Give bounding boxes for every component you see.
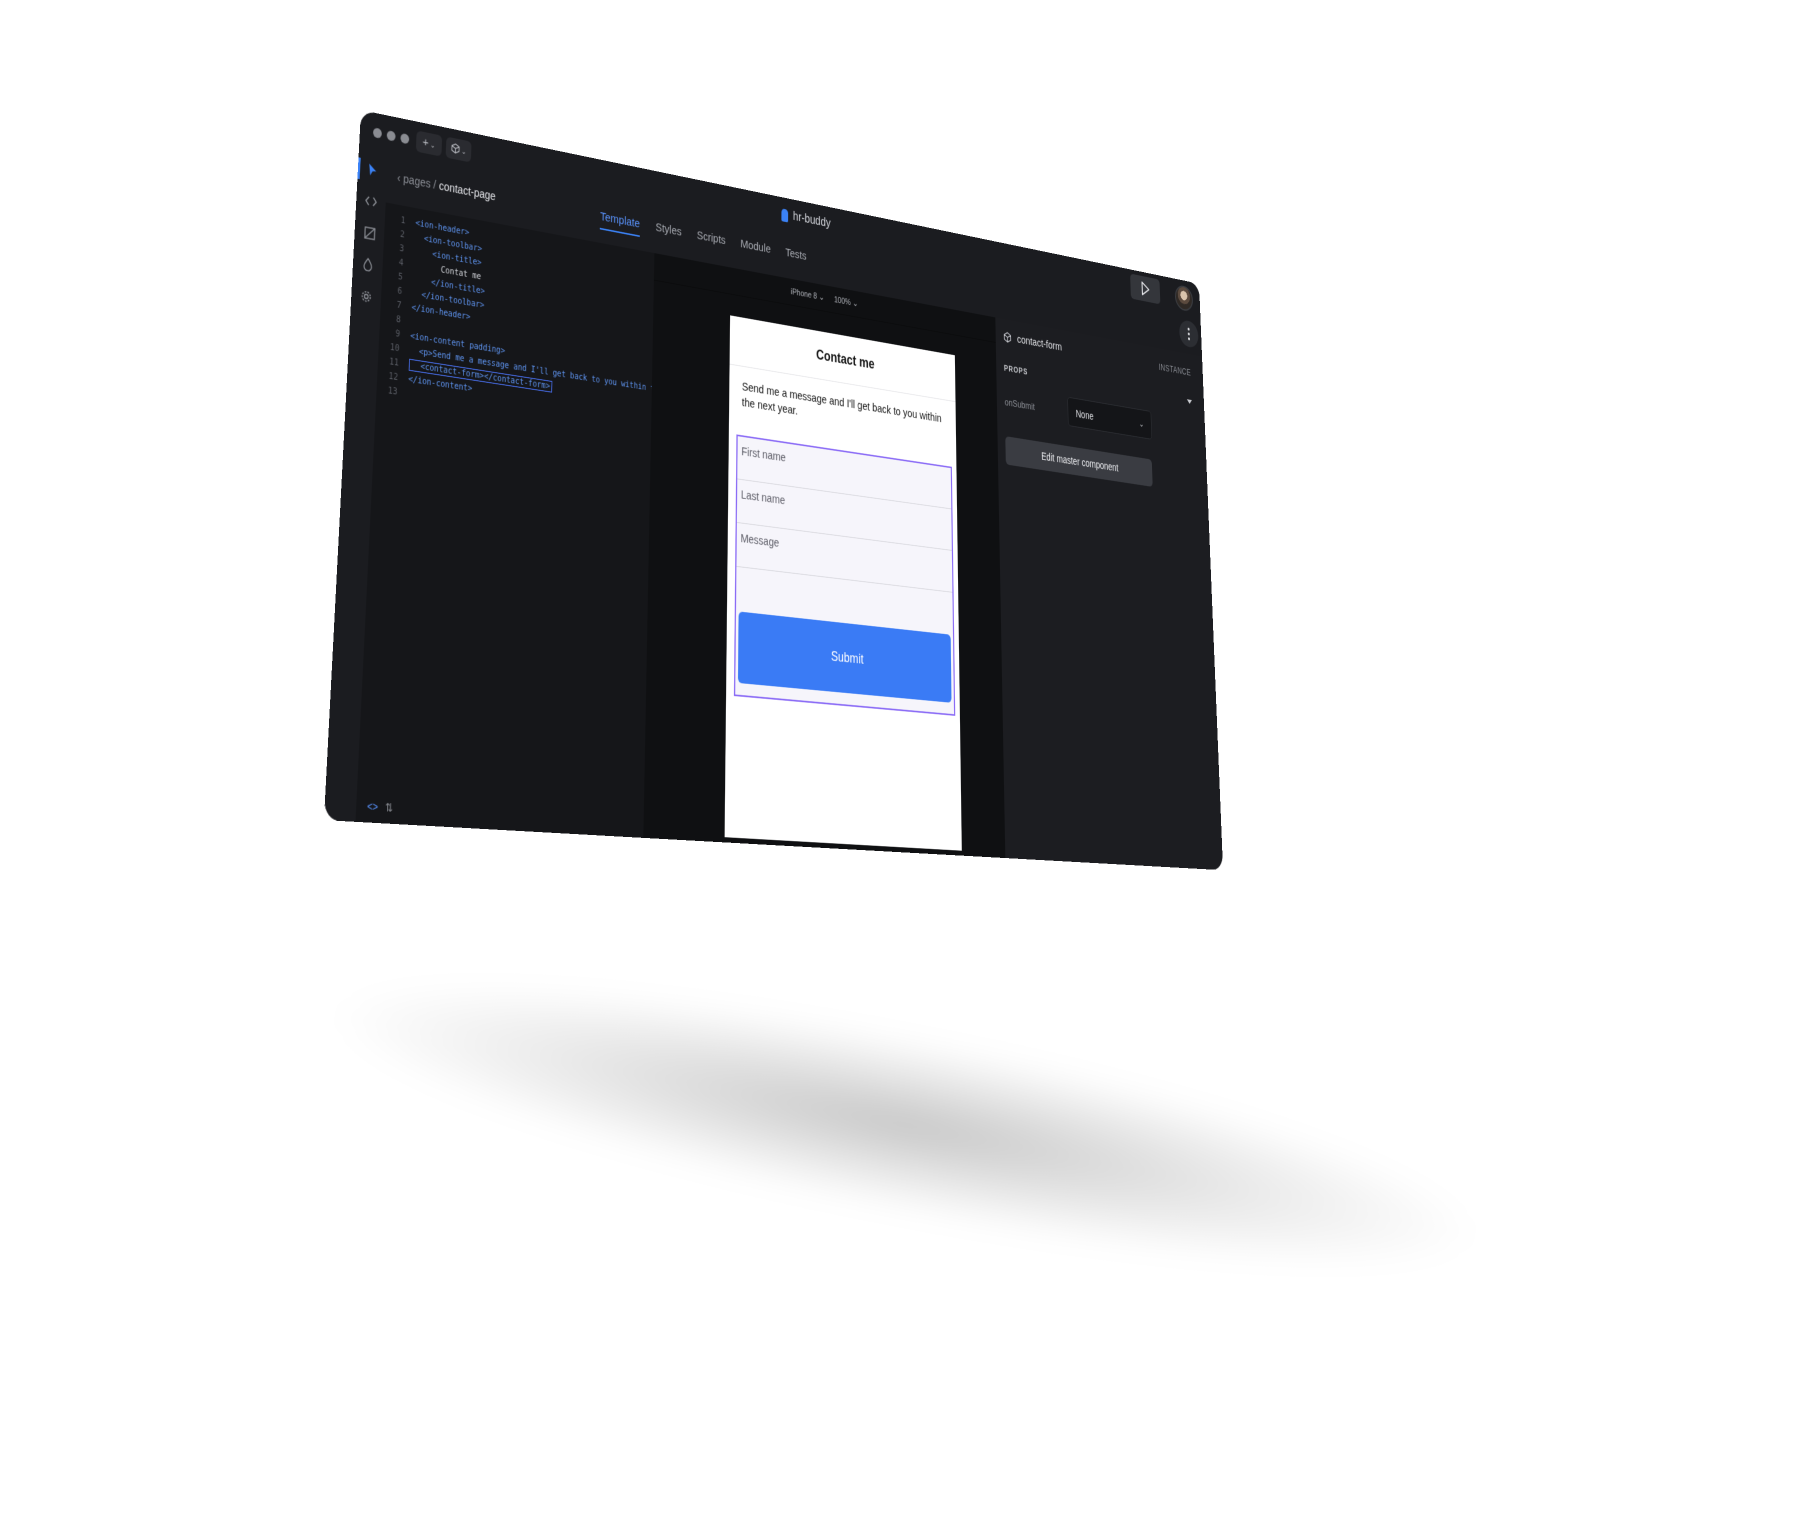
submit-button[interactable]: Submit <box>738 611 952 702</box>
prop-key-label: onSubmit <box>1005 396 1035 412</box>
image-icon <box>364 226 376 240</box>
user-avatar[interactable] <box>1175 284 1194 312</box>
line-number: 13 <box>376 382 397 400</box>
cube-icon <box>1003 331 1011 343</box>
breadcrumb-parent[interactable]: pages <box>403 172 431 190</box>
more-options-button[interactable] <box>1179 319 1199 349</box>
instance-label: INSTANCE <box>1159 362 1191 378</box>
rail-select-tool[interactable] <box>365 160 380 179</box>
window-controls <box>373 127 410 144</box>
breadcrumb-separator: / <box>433 178 436 192</box>
rail-assets[interactable] <box>362 223 378 242</box>
inspector-header: contact-form <box>1003 330 1062 353</box>
gear-icon <box>360 289 373 304</box>
plus-icon: + <box>422 135 429 150</box>
code-lines[interactable]: 1 <ion-header> 2 <ion-toolbar> 3 <ion-title… <box>376 211 654 437</box>
play-icon <box>1140 280 1151 297</box>
window-shadow <box>324 932 1485 1318</box>
tab-module[interactable]: Module <box>740 237 770 262</box>
device-select[interactable]: iPhone 8 ⌄ <box>791 286 825 302</box>
component-menu-button[interactable]: ⌄ <box>446 137 472 163</box>
add-button[interactable]: +⌄ <box>416 130 442 156</box>
chevron-down-icon: ⌄ <box>461 147 467 156</box>
code-icon <box>365 195 377 207</box>
inspector-panel: contact-form INSTANCE PROPS onSubmit Non… <box>995 317 1223 870</box>
chevron-down-icon: ⌄ <box>853 299 858 309</box>
rail-code[interactable] <box>363 192 378 211</box>
more-dot <box>1188 337 1190 340</box>
code-editor[interactable]: 1 <ion-header> 2 <ion-toolbar> 3 <ion-title… <box>355 202 655 837</box>
device-preview: Contact me Send me a message and I'll ge… <box>725 315 962 850</box>
editor-footer: <> ⇅ <box>367 800 393 815</box>
drop-icon <box>363 257 373 272</box>
device-value: iPhone 8 <box>791 287 817 301</box>
chevron-down-icon: ⌄ <box>1139 410 1145 439</box>
cursor-icon <box>367 162 378 177</box>
preview-title: Contact me <box>816 346 874 372</box>
run-button[interactable] <box>1130 274 1160 305</box>
zoom-select[interactable]: 100% ⌄ <box>834 295 858 309</box>
rail-active-indicator <box>357 157 360 179</box>
edit-master-component-button[interactable]: Edit master component <box>1005 436 1152 487</box>
split-view-icon[interactable]: ⇅ <box>385 801 393 814</box>
contact-form-selection[interactable]: First name Last name Message Submit <box>734 434 955 715</box>
design-canvas[interactable]: iPhone 8 ⌄ 100% ⌄ Contact me Send me a m… <box>643 253 1005 858</box>
chevron-down-icon: ⌄ <box>819 292 825 302</box>
more-dot <box>1188 332 1190 335</box>
app-window: +⌄ ⌄ hr-buddy ‹ pages / contact-page Tem… <box>324 110 1223 870</box>
close-window-button[interactable] <box>373 127 382 139</box>
more-dot <box>1188 328 1190 331</box>
props-section-label[interactable]: PROPS <box>1004 364 1028 377</box>
breadcrumb-current: contact-page <box>439 179 496 203</box>
onsubmit-select[interactable]: None ⌄ <box>1067 397 1152 440</box>
maximize-window-button[interactable] <box>400 133 409 144</box>
chevron-down-icon: ⌄ <box>430 141 436 150</box>
minimize-window-button[interactable] <box>387 130 396 141</box>
project-title: hr-buddy <box>793 210 831 231</box>
prop-select-value: None <box>1076 408 1094 423</box>
project-icon <box>781 208 788 222</box>
rail-settings[interactable] <box>358 287 374 306</box>
rail-theme[interactable] <box>360 255 376 274</box>
project-title-group: hr-buddy <box>781 208 830 231</box>
code-view-icon[interactable]: <> <box>367 800 378 814</box>
tab-tests[interactable]: Tests <box>785 246 806 269</box>
tab-styles[interactable]: Styles <box>655 221 682 245</box>
cube-icon <box>451 142 461 154</box>
zoom-value: 100% <box>834 295 851 307</box>
component-name: contact-form <box>1017 333 1062 354</box>
tab-scripts[interactable]: Scripts <box>697 229 726 254</box>
caret-down-icon[interactable] <box>1187 399 1192 404</box>
breadcrumb: ‹ pages / contact-page <box>397 171 496 203</box>
tab-template[interactable]: Template <box>600 210 640 237</box>
